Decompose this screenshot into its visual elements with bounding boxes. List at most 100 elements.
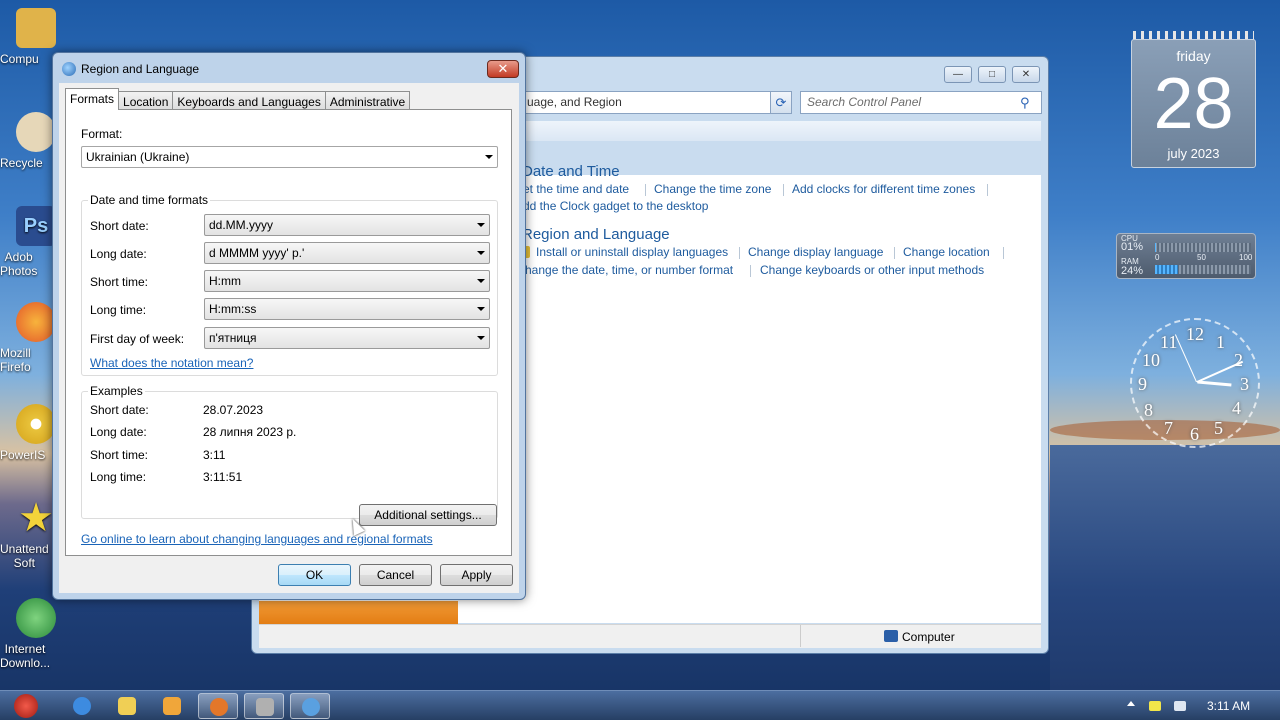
cpu-meter-gadget[interactable]: CPU 01% 0 50 100 RAM 24% (1116, 233, 1256, 279)
cancel-button[interactable]: Cancel (359, 564, 432, 586)
cpu-bar-fill (1155, 243, 1156, 252)
long-date-value: d MMMM yyyy' р.' (209, 246, 305, 260)
clock-number: 10 (1142, 350, 1160, 370)
apply-button[interactable]: Apply (440, 564, 513, 586)
calendar-month: july 2023 (1167, 146, 1220, 161)
cpu-value: 01% (1121, 241, 1144, 253)
sidebar-orange-block (259, 601, 458, 624)
calendar-gadget[interactable]: friday 28 july 2023 (1131, 39, 1256, 168)
short-time-dropdown[interactable]: H:mm (204, 270, 490, 292)
add-clocks-link[interactable]: Add clocks for different time zones (792, 182, 975, 196)
ie-button[interactable] (62, 693, 102, 719)
taskbar-clock[interactable]: 3:11 AM (1207, 699, 1250, 713)
search-input[interactable]: Search Control Panel (800, 91, 1042, 114)
close-button[interactable]: ✕ (487, 60, 519, 78)
change-keyboards-link[interactable]: Change keyboards or other input methods (760, 263, 984, 277)
calendar-day: friday (1176, 48, 1211, 64)
tab-strip: Formats Location Keyboards and Languages… (65, 88, 411, 110)
clock-number: 7 (1164, 418, 1173, 438)
long-time-dropdown[interactable]: H:mm:ss (204, 298, 490, 320)
notification-icon[interactable] (1149, 701, 1161, 711)
computer-icon (884, 630, 898, 642)
change-time-zone-link[interactable]: Change the time zone (654, 182, 771, 196)
firefox-button[interactable] (198, 693, 238, 719)
show-hidden-icons-button[interactable] (1127, 701, 1135, 706)
globe-download-icon (16, 598, 56, 638)
status-text: Computer (902, 630, 955, 644)
minimize-button[interactable]: — (944, 66, 972, 83)
region-language-heading[interactable]: Region and Language (522, 226, 670, 243)
additional-settings-button[interactable]: Additional settings... (359, 504, 497, 526)
add-clock-gadget-link[interactable]: dd the Clock gadget to the desktop (523, 199, 708, 213)
desktop-icon-label: Recycle (0, 156, 43, 170)
first-day-of-week-dropdown[interactable]: п'ятниця (204, 327, 490, 349)
format-dropdown[interactable]: Ukrainian (Ukraine) (81, 146, 498, 168)
short-date-label: Short date: (90, 219, 149, 233)
short-date-dropdown[interactable]: dd.MM.yyyy (204, 214, 490, 236)
media-player-button[interactable] (152, 693, 192, 719)
install-languages-link[interactable]: Install or uninstall display languages (536, 245, 728, 259)
analog-clock-gadget[interactable]: 12 1 2 3 4 5 6 7 8 9 10 11 (1130, 318, 1260, 448)
disc-icon (16, 404, 56, 444)
group-title: Examples (88, 384, 145, 398)
address-bar[interactable]: uage, and Region (522, 91, 786, 114)
change-location-link[interactable]: Change location (903, 245, 990, 259)
desktop-icon-internet-download-manager[interactable]: Internet Downlo... (0, 598, 72, 670)
tab-keyboards-languages[interactable]: Keyboards and Languages (172, 91, 326, 110)
example-short-time-label: Short time: (90, 448, 149, 462)
example-long-date-label: Long date: (90, 425, 147, 439)
long-date-dropdown[interactable]: d MMMM yyyy' р.' (204, 242, 490, 264)
long-date-label: Long date: (90, 247, 147, 261)
computer-icon (16, 8, 56, 48)
clock-number: 9 (1138, 374, 1147, 394)
example-short-date-value: 28.07.2023 (203, 403, 264, 417)
chevron-down-icon (477, 336, 485, 340)
firefox-icon (16, 302, 56, 342)
desktop-icon-label: Adob Photos (0, 250, 38, 278)
change-display-language-link[interactable]: Change display language (748, 245, 883, 259)
hour-hand (1197, 380, 1232, 387)
notation-help-link[interactable]: What does the notation mean? (90, 356, 253, 370)
status-separator (800, 625, 801, 647)
app-button[interactable] (244, 693, 284, 719)
format-value: Ukrainian (Ukraine) (86, 150, 190, 164)
app-icon (256, 698, 274, 716)
chevron-down-icon (477, 307, 485, 311)
search-icon[interactable]: ⚲ (1020, 95, 1030, 111)
control-panel-button[interactable] (290, 693, 330, 719)
group-title: Date and time formats (88, 193, 211, 207)
online-help-link[interactable]: Go online to learn about changing langua… (81, 532, 433, 546)
minute-hand (1196, 360, 1244, 383)
example-short-date-label: Short date: (90, 403, 149, 417)
ok-button[interactable]: OK (278, 564, 351, 586)
tab-administrative[interactable]: Administrative (324, 91, 411, 110)
scale-min: 0 (1155, 253, 1160, 262)
clock-number: 8 (1144, 400, 1153, 420)
calendar-date: 28 (1153, 64, 1234, 144)
short-time-value: H:mm (209, 274, 241, 288)
link-separator (987, 184, 988, 196)
star-icon: ★ (18, 496, 54, 540)
tab-location[interactable]: Location (118, 91, 174, 110)
desktop-icon-label: Compu (0, 52, 39, 66)
first-day-of-week-label: First day of week: (90, 332, 185, 346)
desktop-icon-computer[interactable]: Compu (0, 8, 72, 66)
volume-muted-icon[interactable] (1174, 701, 1186, 711)
change-date-format-link[interactable]: hange the date, time, or number format (525, 263, 733, 277)
example-long-time-value: 3:11:51 (203, 470, 243, 484)
format-label: Format: (81, 127, 123, 141)
first-day-of-week-value: п'ятниця (209, 331, 257, 345)
folder-icon (118, 697, 136, 715)
explorer-button[interactable] (107, 693, 147, 719)
long-time-label: Long time: (90, 303, 147, 317)
example-short-time-value: 3:11 (203, 448, 226, 462)
close-button[interactable]: ✕ (1012, 66, 1040, 83)
set-time-date-link[interactable]: et the time and date (523, 182, 629, 196)
date-time-heading[interactable]: Date and Time (522, 163, 620, 180)
start-button[interactable] (6, 693, 46, 719)
refresh-button[interactable]: ⟳ (770, 91, 792, 114)
link-separator (783, 184, 784, 196)
chevron-down-icon (477, 223, 485, 227)
maximize-button[interactable]: □ (978, 66, 1006, 83)
tab-formats[interactable]: Formats (65, 88, 120, 110)
